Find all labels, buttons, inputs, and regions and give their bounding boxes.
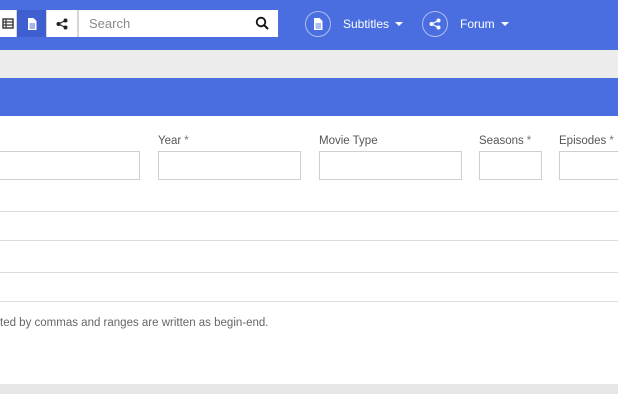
year-label: Year * (158, 135, 189, 147)
list-icon (2, 18, 14, 29)
footer-strip (0, 384, 618, 394)
share-view-button[interactable] (47, 10, 78, 37)
row-divider (0, 272, 618, 273)
year-input[interactable] (158, 151, 301, 180)
episodes-label: Episodes * (559, 135, 614, 147)
chevron-down-icon (500, 22, 509, 26)
nav-forum-label: Forum (460, 17, 495, 31)
document-icon (305, 11, 331, 37)
episodes-input[interactable] (559, 151, 618, 180)
top-navbar: Subtitles Forum (0, 0, 618, 50)
seasons-input[interactable] (479, 151, 542, 180)
search-icon[interactable] (255, 16, 270, 31)
seasons-label: Seasons * (479, 135, 532, 147)
movie-type-input[interactable] (319, 151, 462, 180)
row-divider (0, 211, 618, 212)
view-toggle-group (0, 10, 78, 37)
search-box (78, 10, 278, 37)
panel-header (0, 78, 618, 116)
nav-subtitles-label: Subtitles (343, 17, 390, 31)
movie-type-label: Movie Type (319, 135, 378, 147)
document-icon (27, 17, 37, 30)
row-divider (0, 240, 618, 241)
share-icon (422, 11, 448, 37)
nav-forum-menu[interactable]: Forum (422, 10, 509, 38)
title-input[interactable] (0, 151, 140, 180)
share-icon (56, 18, 68, 30)
document-view-button[interactable] (17, 10, 47, 37)
nav-subtitles-menu[interactable]: Subtitles (305, 10, 404, 38)
list-view-button[interactable] (0, 10, 17, 37)
chevron-down-icon (395, 22, 404, 26)
search-input[interactable] (79, 10, 249, 37)
row-divider (0, 301, 618, 302)
help-text: ted by commas and ranges are written as … (0, 317, 269, 329)
